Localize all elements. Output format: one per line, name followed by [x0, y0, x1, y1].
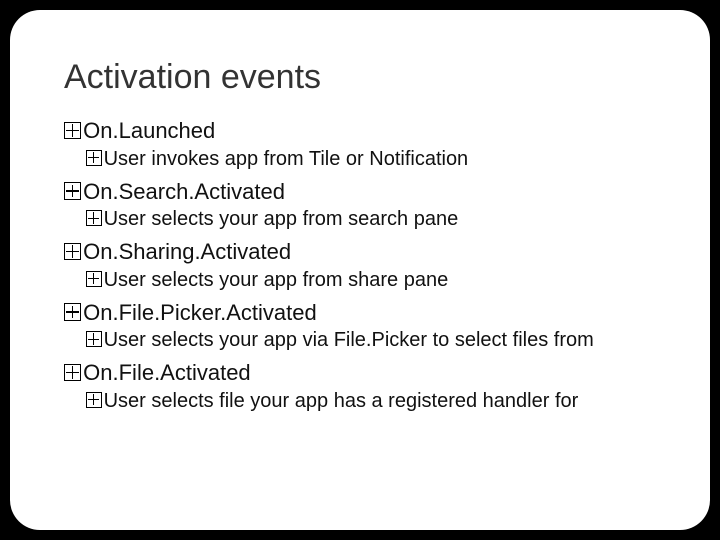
event-desc-row: User invokes app from Tile or Notificati… — [64, 147, 656, 172]
event-name: On.Search.Activated — [83, 179, 285, 204]
event-desc: User invokes app from Tile or Notificati… — [104, 148, 469, 170]
event-name-row: On.Search.Activated — [64, 178, 656, 206]
event-item: On.Sharing.Activated User selects your a… — [64, 238, 656, 293]
event-name: On.File.Picker.Activated — [83, 300, 317, 325]
bullet-icon — [64, 364, 81, 381]
bullet-icon — [64, 303, 81, 320]
event-desc-row: User selects your app from search pane — [64, 207, 656, 232]
event-name-row: On.Launched — [64, 117, 656, 145]
bullet-icon — [86, 271, 102, 287]
event-item: On.File.Picker.Activated User selects yo… — [64, 299, 656, 354]
event-name-row: On.File.Activated — [64, 359, 656, 387]
bullet-icon — [64, 122, 81, 139]
event-item: On.File.Activated User selects file your… — [64, 359, 656, 414]
event-name: On.File.Activated — [83, 360, 251, 385]
bullet-icon — [86, 150, 102, 166]
event-name: On.Sharing.Activated — [83, 239, 291, 264]
event-name: On.Launched — [83, 118, 215, 143]
event-desc: User selects your app via File.Picker to… — [104, 329, 594, 351]
event-desc: User selects your app from search pane — [104, 208, 459, 230]
event-name-row: On.File.Picker.Activated — [64, 299, 656, 327]
event-desc-row: User selects file your app has a registe… — [64, 389, 656, 414]
bullet-icon — [86, 331, 102, 347]
bullet-icon — [86, 392, 102, 408]
event-name-row: On.Sharing.Activated — [64, 238, 656, 266]
event-desc-row: User selects your app via File.Picker to… — [64, 328, 656, 353]
bullet-icon — [86, 210, 102, 226]
slide-title: Activation events — [64, 58, 656, 97]
event-desc: User selects your app from share pane — [104, 269, 449, 291]
slide: Activation events On.Launched User invok… — [10, 10, 710, 530]
event-desc: User selects file your app has a registe… — [104, 390, 579, 412]
bullet-icon — [64, 182, 81, 199]
event-desc-row: User selects your app from share pane — [64, 268, 656, 293]
event-item: On.Launched User invokes app from Tile o… — [64, 117, 656, 172]
bullet-icon — [64, 243, 81, 260]
event-item: On.Search.Activated User selects your ap… — [64, 178, 656, 233]
